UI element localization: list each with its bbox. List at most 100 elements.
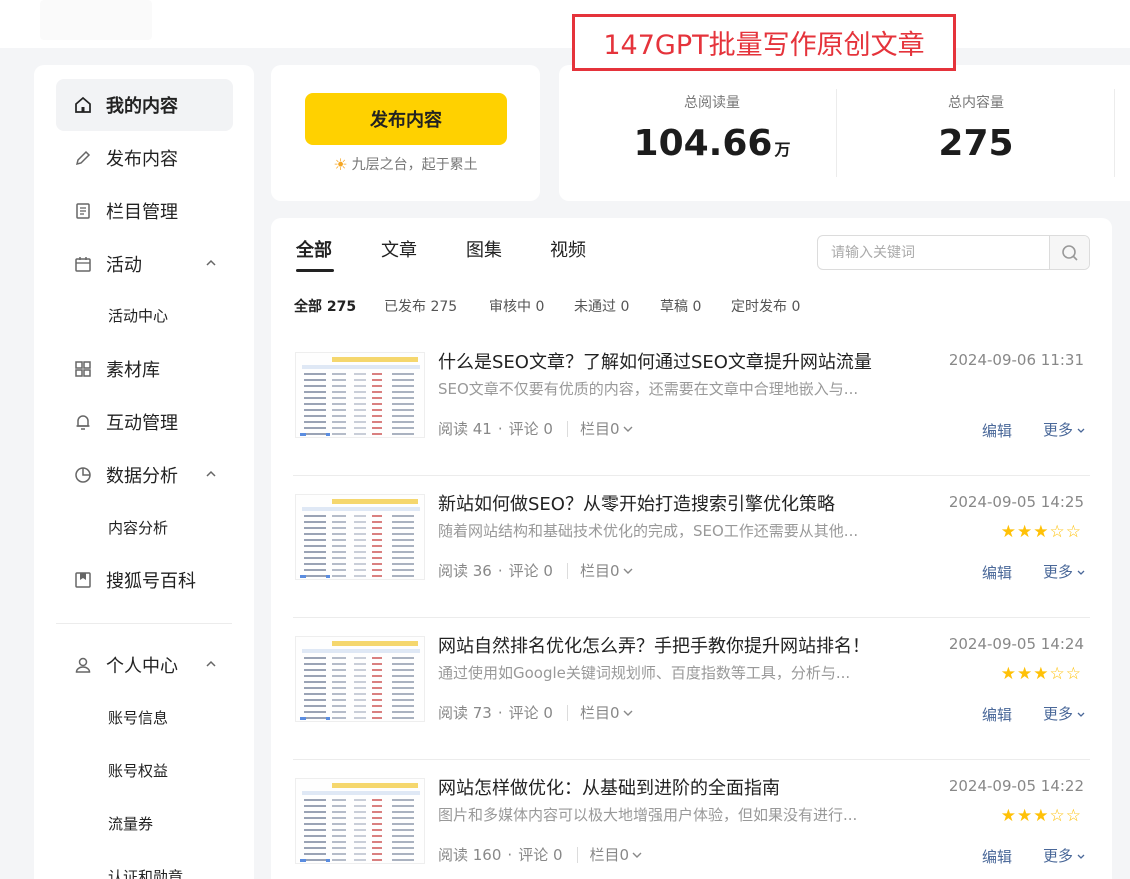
filter-under-review[interactable]: 审核中 0 — [489, 296, 544, 316]
sidebar-item-data-analysis[interactable]: 数据分析 — [56, 449, 233, 501]
sidebar-sub-activity-center[interactable]: 活动中心 — [108, 300, 168, 330]
sidebar-sub-content-analysis[interactable]: 内容分析 — [108, 512, 168, 542]
article-meta: 阅读 36 · 评论 0 栏目0 — [438, 560, 634, 581]
tab-all[interactable]: 全部 — [296, 236, 334, 272]
article-title[interactable]: 新站如何做SEO？从零开始打造搜索引擎优化策略 — [438, 490, 835, 516]
sidebar-sub-traffic-coupon[interactable]: 流量券 — [108, 808, 153, 838]
article-summary: 通过使用如Google关键词规划师、百度指数等工具，分析与... — [438, 664, 851, 682]
filter-all[interactable]: 全部 275 — [294, 296, 356, 316]
rating-stars: ★★★☆☆ — [1001, 806, 1082, 826]
chevron-up-icon — [206, 660, 216, 667]
sidebar-item-column-management[interactable]: 栏目管理 — [56, 185, 233, 237]
sidebar-sub-account-info[interactable]: 账号信息 — [108, 702, 168, 732]
sidebar-item-label: 素材库 — [106, 360, 160, 381]
article-title[interactable]: 什么是SEO文章？了解如何通过SEO文章提升网站流量 — [438, 348, 872, 374]
comment-count: 评论 0 — [508, 420, 553, 438]
edit-link[interactable]: 编辑 — [982, 420, 1012, 441]
sidebar-item-activity[interactable]: 活动 — [56, 238, 233, 290]
read-count: 阅读 41 — [438, 420, 492, 438]
sidebar-item-personal-center[interactable]: 个人中心 — [56, 639, 233, 691]
meta-separator — [566, 704, 568, 721]
chevron-down-icon — [1077, 854, 1085, 859]
more-dropdown[interactable]: 更多 — [1043, 561, 1086, 582]
sidebar-item-label: 我的内容 — [106, 96, 178, 117]
filter-rejected[interactable]: 未通过 0 — [574, 296, 629, 316]
more-dropdown[interactable]: 更多 — [1043, 845, 1086, 866]
sidebar-item-label: 搜狐号百科 — [106, 571, 196, 592]
read-count: 阅读 73 — [438, 704, 492, 722]
top-bar — [0, 0, 1130, 48]
more-dropdown[interactable]: 更多 — [1043, 419, 1086, 440]
column-select[interactable]: 栏目0 — [580, 418, 634, 439]
star-filled-icon: ★ — [1017, 664, 1034, 684]
tab-label: 全部 — [296, 240, 332, 261]
tab-galleries[interactable]: 图集 — [466, 236, 502, 262]
meta-separator — [576, 846, 578, 863]
column-select[interactable]: 栏目0 — [580, 702, 634, 723]
article-date: 2024-09-05 14:24 — [948, 635, 1084, 653]
grid-icon — [74, 360, 92, 378]
article-row[interactable]: 什么是SEO文章？了解如何通过SEO文章提升网站流量 2024-09-06 11:… — [293, 334, 1090, 476]
sidebar-item-publish[interactable]: 发布内容 — [56, 132, 233, 184]
stat-divider — [836, 89, 837, 177]
meta-dot: · — [497, 419, 503, 438]
edit-link[interactable]: 编辑 — [982, 562, 1012, 583]
tab-articles[interactable]: 文章 — [381, 236, 417, 262]
article-thumbnail[interactable] — [295, 494, 425, 580]
sidebar-sub-account-rights[interactable]: 账号权益 — [108, 755, 168, 785]
article-date: 2024-09-05 14:22 — [948, 777, 1084, 795]
article-title[interactable]: 网站自然排名优化怎么弄？手把手教你提升网站排名！ — [438, 632, 870, 658]
stat-total-reads: 总阅读量 104.66 万 — [574, 65, 850, 201]
sidebar-item-label: 个人中心 — [106, 656, 178, 677]
filter-drafts[interactable]: 草稿 0 — [660, 296, 701, 316]
pencil-icon — [74, 149, 92, 167]
sidebar-item-label: 数据分析 — [106, 466, 178, 487]
sidebar-item-sohu-wiki[interactable]: 搜狐号百科 — [56, 554, 233, 606]
chevron-down-icon — [623, 710, 632, 716]
star-empty-icon: ☆ — [1049, 664, 1066, 684]
edit-link[interactable]: 编辑 — [982, 846, 1012, 867]
article-row[interactable]: 网站怎样做优化：从基础到进阶的全面指南 2024-09-05 14:22 图片和多媒… — [293, 760, 1090, 879]
sidebar-item-material-library[interactable]: 素材库 — [56, 343, 233, 395]
publish-content-button[interactable]: 发布内容 — [305, 93, 507, 145]
column-select[interactable]: 栏目0 — [580, 560, 634, 581]
column-label: 栏目0 — [579, 420, 620, 438]
thumbnail-screenshot-image — [296, 779, 424, 863]
sidebar-sub-certification[interactable]: 认证和勋章 — [108, 861, 183, 879]
read-count: 阅读 36 — [438, 562, 492, 580]
article-thumbnail[interactable] — [295, 636, 425, 722]
user-icon — [74, 656, 92, 674]
meta-dot: · — [507, 845, 513, 864]
meta-dot: · — [497, 561, 503, 580]
pie-chart-icon — [74, 466, 92, 484]
chevron-up-icon — [206, 259, 216, 266]
search-button[interactable] — [1049, 236, 1089, 269]
article-thumbnail[interactable] — [295, 778, 425, 864]
logo[interactable] — [40, 0, 152, 40]
stat-total-content: 总内容量 275 — [838, 65, 1114, 201]
sidebar-item-label: 互动管理 — [106, 413, 178, 434]
search-icon — [1061, 244, 1078, 261]
article-thumbnail[interactable] — [295, 352, 425, 438]
stat-value: 104.66 万 — [574, 123, 850, 164]
filter-published[interactable]: 已发布 275 — [384, 296, 457, 316]
star-empty-icon: ☆ — [1065, 522, 1082, 542]
article-row[interactable]: 新站如何做SEO？从零开始打造搜索引擎优化策略 2024-09-05 14:25 随… — [293, 476, 1090, 618]
read-count: 阅读 160 — [438, 846, 502, 864]
stat-label: 总内容量 — [948, 95, 1004, 111]
search-input[interactable] — [818, 236, 1050, 269]
article-title[interactable]: 网站怎样做优化：从基础到进阶的全面指南 — [438, 774, 780, 800]
column-select[interactable]: 栏目0 — [590, 844, 644, 865]
more-dropdown[interactable]: 更多 — [1043, 703, 1086, 724]
sidebar-item-interaction[interactable]: 互动管理 — [56, 396, 233, 448]
tab-videos[interactable]: 视频 — [550, 236, 586, 262]
search-box — [817, 235, 1090, 270]
article-row[interactable]: 网站自然排名优化怎么弄？手把手教你提升网站排名！ 2024-09-05 14:24… — [293, 618, 1090, 760]
sidebar-item-my-content[interactable]: 我的内容 — [56, 79, 233, 131]
filter-scheduled[interactable]: 定时发布 0 — [731, 296, 800, 316]
star-empty-icon: ☆ — [1049, 806, 1066, 826]
sidebar-item-label: 活动 — [106, 255, 142, 276]
edit-link[interactable]: 编辑 — [982, 704, 1012, 725]
sidebar-item-label: 栏目管理 — [106, 202, 178, 223]
star-filled-icon: ★ — [1017, 806, 1034, 826]
